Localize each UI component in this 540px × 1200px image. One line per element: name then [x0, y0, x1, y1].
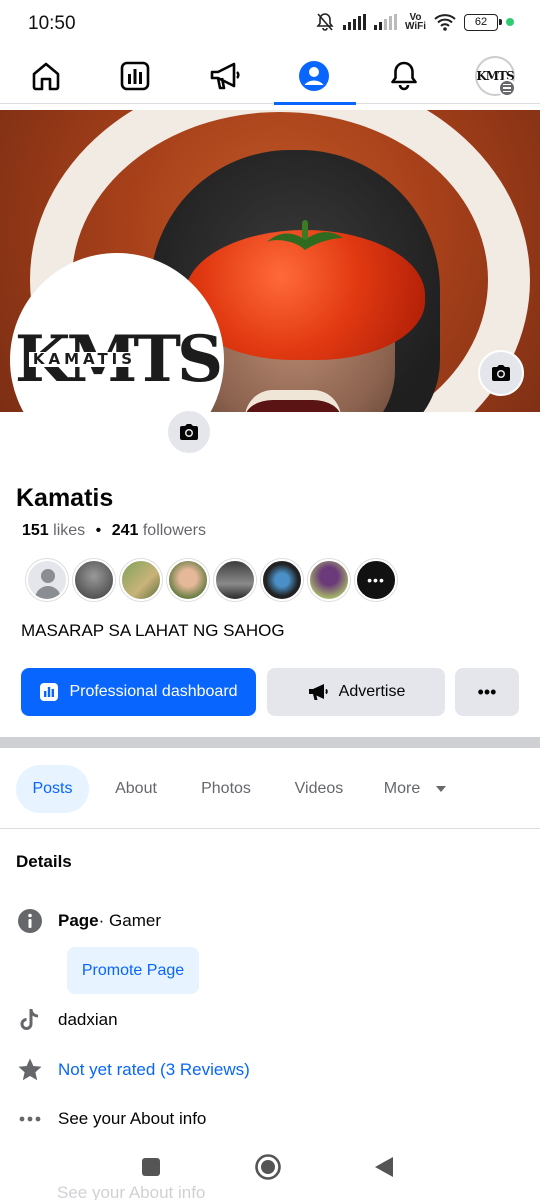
camera-icon: [492, 365, 510, 381]
more-options-button[interactable]: •••: [455, 668, 519, 716]
page-stats[interactable]: 151 likes • 241 followers: [22, 522, 206, 540]
page-avatar: KMTS: [475, 56, 516, 97]
tomato-stem-graphic: [267, 220, 343, 250]
signal-icon: [342, 14, 366, 30]
avatar[interactable]: [26, 559, 68, 601]
likes-count: 151: [22, 522, 49, 539]
megaphone-icon: [308, 684, 328, 700]
edit-cover-button[interactable]: [478, 350, 524, 396]
tab-photos[interactable]: Photos: [191, 765, 261, 813]
star-icon: [18, 1058, 42, 1081]
avatar[interactable]: [214, 559, 256, 601]
dashboard-icon: [40, 683, 59, 701]
nav-page-menu[interactable]: KMTS: [455, 48, 535, 104]
rating-text: Not yet rated (3 Reviews): [58, 1060, 250, 1079]
kmts-logo: KMTS KAMATIS: [14, 322, 220, 397]
battery-icon: 62: [464, 13, 502, 31]
recents-icon[interactable]: [141, 1157, 161, 1177]
signal-2-icon: [373, 14, 397, 30]
details-heading: Details: [16, 852, 72, 871]
professional-dashboard-button[interactable]: Professional dashboard: [21, 668, 256, 716]
avatar[interactable]: [73, 559, 115, 601]
page-title: Kamatis: [16, 484, 114, 512]
home-button-icon[interactable]: [254, 1153, 282, 1181]
about-info-text: See your About info: [58, 1109, 207, 1128]
page-label: Page: [58, 911, 99, 930]
about-info-row[interactable]: See your About info: [16, 1105, 206, 1133]
page-category: · Gamer: [98, 911, 161, 930]
bell-icon: [391, 61, 417, 91]
status-time: 10:50: [28, 13, 76, 34]
likes-label: likes: [53, 522, 86, 539]
vowifi-icon: Vo WiFi: [404, 12, 426, 32]
avatar[interactable]: [167, 559, 209, 601]
tab-about[interactable]: About: [106, 765, 166, 813]
tabs-divider: [0, 828, 540, 829]
followers-count: 241: [111, 522, 139, 539]
kmts-logo-subtitle: KAMATIS: [28, 352, 141, 367]
back-icon[interactable]: [373, 1155, 395, 1179]
camera-icon: [180, 424, 198, 440]
profile-tabs: Posts About Photos Videos More: [16, 765, 526, 813]
promote-page-button[interactable]: Promote Page: [67, 947, 199, 994]
follower-avatars[interactable]: •••: [26, 559, 397, 601]
home-icon: [32, 62, 60, 91]
wifi-icon: [434, 14, 456, 31]
page-category-row: Page · Gamer: [16, 907, 161, 935]
page-bio: MASARAP SA LAHAT NG SAHOG: [21, 621, 285, 640]
advertise-button[interactable]: Advertise: [267, 668, 445, 716]
mute-icon: [316, 13, 334, 31]
avatar[interactable]: [308, 559, 350, 601]
status-icons: Vo WiFi 62: [315, 12, 514, 32]
more-avatars-button[interactable]: •••: [355, 559, 397, 601]
rating-row[interactable]: Not yet rated (3 Reviews): [16, 1056, 250, 1084]
menu-icon: [498, 79, 516, 97]
more-dots-icon: [19, 1116, 41, 1122]
privacy-dot: [506, 18, 514, 26]
profile-icon: [299, 61, 329, 91]
dashboard-icon: [120, 61, 150, 91]
avatar[interactable]: [261, 559, 303, 601]
top-nav: KMTS: [0, 48, 540, 105]
tiktok-row[interactable]: dadxian: [16, 1006, 118, 1034]
tiktok-icon: [20, 1008, 39, 1030]
avatar[interactable]: [120, 559, 162, 601]
section-divider: [0, 737, 540, 748]
stats-separator: •: [95, 522, 102, 539]
ghost-about-info: See your About info: [57, 1183, 206, 1200]
caret-down-icon: [436, 786, 447, 792]
advertise-label: Advertise: [338, 683, 406, 700]
edit-profile-picture-button[interactable]: [166, 409, 212, 455]
nav-notifications[interactable]: [364, 48, 444, 104]
followers-label: followers: [142, 522, 206, 539]
tab-videos[interactable]: Videos: [284, 765, 354, 813]
nav-dashboard[interactable]: [95, 48, 175, 104]
cover-mouth-graphic: [245, 390, 341, 412]
tab-posts[interactable]: Posts: [16, 765, 89, 813]
info-icon: [18, 909, 42, 933]
professional-dashboard-label: Professional dashboard: [69, 683, 238, 700]
tab-more[interactable]: More: [376, 765, 456, 813]
nav-profile[interactable]: [274, 48, 356, 105]
nav-home[interactable]: [6, 48, 86, 104]
nav-ads[interactable]: [185, 48, 265, 104]
tiktok-username: dadxian: [58, 1010, 118, 1029]
megaphone-icon: [210, 62, 240, 90]
status-bar: 10:50 Vo WiFi 62: [0, 0, 540, 48]
